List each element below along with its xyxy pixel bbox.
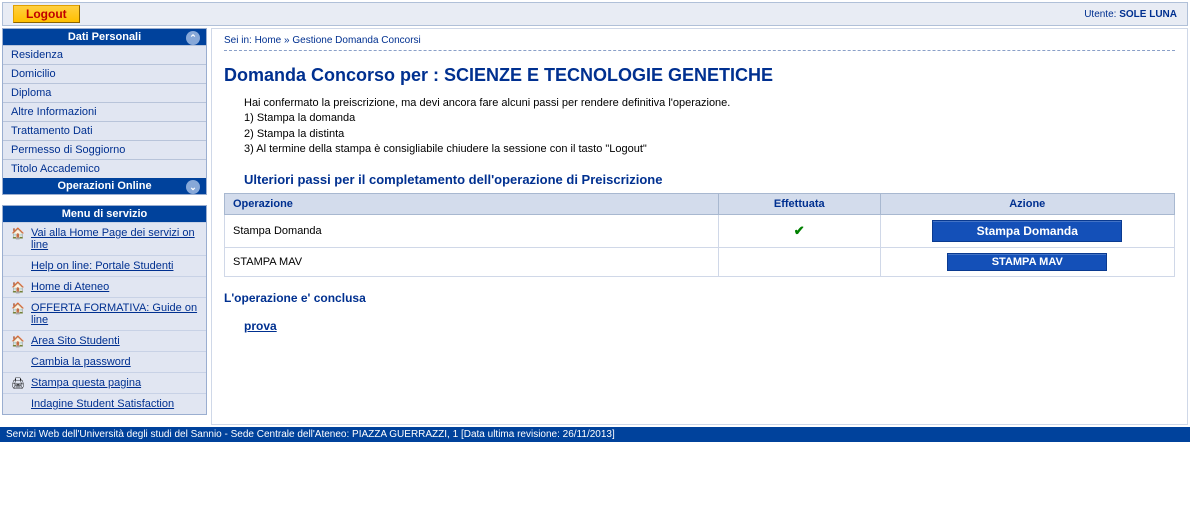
th-operazione: Operazione bbox=[225, 193, 719, 214]
cell-action: STAMPA MAV bbox=[880, 247, 1175, 276]
home-icon: 🏠 bbox=[11, 302, 25, 315]
topbar: Logout Utente: SOLE LUNA bbox=[2, 2, 1188, 26]
panel-header-operazioni[interactable]: Operazioni Online ⌄ bbox=[3, 178, 206, 194]
cell-done: ✔ bbox=[719, 214, 881, 247]
panel-header-menu: Menu di servizio bbox=[3, 206, 206, 222]
th-effettuata: Effettuata bbox=[719, 193, 881, 214]
sidebar-item-permesso-soggiorno[interactable]: Permesso di Soggiorno bbox=[3, 140, 206, 159]
menu-item-home-servizi[interactable]: 🏠Vai alla Home Page dei servizi on line bbox=[3, 222, 206, 255]
operations-table: Operazione Effettuata Azione Stampa Doma… bbox=[224, 193, 1175, 277]
menu-item-area-studenti[interactable]: 🏠Area Sito Studenti bbox=[3, 330, 206, 351]
panel-dati-personali: Dati Personali ⌃ Residenza Domicilio Dip… bbox=[2, 28, 207, 195]
menu-item-home-ateneo[interactable]: 🏠Home di Ateneo bbox=[3, 276, 206, 297]
page-title: Domanda Concorso per : SCIENZE E TECNOLO… bbox=[224, 65, 1175, 86]
sidebar-item-diploma[interactable]: Diploma bbox=[3, 83, 206, 102]
table-row: Stampa Domanda ✔ Stampa Domanda bbox=[225, 214, 1175, 247]
user-info: Utente: SOLE LUNA bbox=[1084, 9, 1177, 20]
sub-heading: Ulteriori passi per il completamento del… bbox=[244, 172, 1175, 187]
cell-op: Stampa Domanda bbox=[225, 214, 719, 247]
home-icon: 🏠 bbox=[11, 281, 25, 294]
logout-button[interactable]: Logout bbox=[13, 5, 80, 23]
panel-menu-servizio: Menu di servizio 🏠Vai alla Home Page dei… bbox=[2, 205, 207, 415]
collapse-icon[interactable]: ⌃ bbox=[186, 31, 200, 45]
sidebar-item-trattamento-dati[interactable]: Trattamento Dati bbox=[3, 121, 206, 140]
check-icon: ✔ bbox=[794, 223, 805, 238]
sidebar-item-domicilio[interactable]: Domicilio bbox=[3, 64, 206, 83]
sidebar-item-residenza[interactable]: Residenza bbox=[3, 45, 206, 64]
sidebar-item-titolo-accademico[interactable]: Titolo Accademico bbox=[3, 159, 206, 178]
home-icon: 🏠 bbox=[11, 335, 25, 348]
sidebar: Dati Personali ⌃ Residenza Domicilio Dip… bbox=[2, 28, 207, 425]
cell-done bbox=[719, 247, 881, 276]
concluded-label: L'operazione e' conclusa bbox=[224, 291, 1175, 305]
th-azione: Azione bbox=[880, 193, 1175, 214]
panel-header-dati[interactable]: Dati Personali ⌃ bbox=[3, 29, 206, 45]
cell-action: Stampa Domanda bbox=[880, 214, 1175, 247]
cell-op: STAMPA MAV bbox=[225, 247, 719, 276]
prova-link[interactable]: prova bbox=[244, 319, 277, 333]
menu-item-cambia-password[interactable]: Cambia la password bbox=[3, 351, 206, 372]
print-icon: 🖨 bbox=[11, 377, 25, 390]
menu-item-indagine[interactable]: Indagine Student Satisfaction bbox=[3, 393, 206, 414]
expand-icon[interactable]: ⌄ bbox=[186, 180, 200, 194]
table-row: STAMPA MAV STAMPA MAV bbox=[225, 247, 1175, 276]
breadcrumb: Sei in: Home » Gestione Domanda Concorsi bbox=[224, 35, 1175, 51]
menu-item-stampa-pagina[interactable]: 🖨Stampa questa pagina bbox=[3, 372, 206, 393]
footer: Servizi Web dell'Università degli studi … bbox=[0, 427, 1190, 442]
menu-item-offerta-formativa[interactable]: 🏠OFFERTA FORMATIVA: Guide on line bbox=[3, 297, 206, 330]
stampa-domanda-button[interactable]: Stampa Domanda bbox=[932, 220, 1122, 242]
menu-item-help[interactable]: Help on line: Portale Studenti bbox=[3, 255, 206, 276]
home-icon: 🏠 bbox=[11, 227, 25, 240]
main-content: Sei in: Home » Gestione Domanda Concorsi… bbox=[211, 28, 1188, 425]
instructions: Hai confermato la preiscrizione, ma devi… bbox=[244, 96, 1175, 158]
sidebar-item-altre-informazioni[interactable]: Altre Informazioni bbox=[3, 102, 206, 121]
stampa-mav-button[interactable]: STAMPA MAV bbox=[947, 253, 1107, 271]
